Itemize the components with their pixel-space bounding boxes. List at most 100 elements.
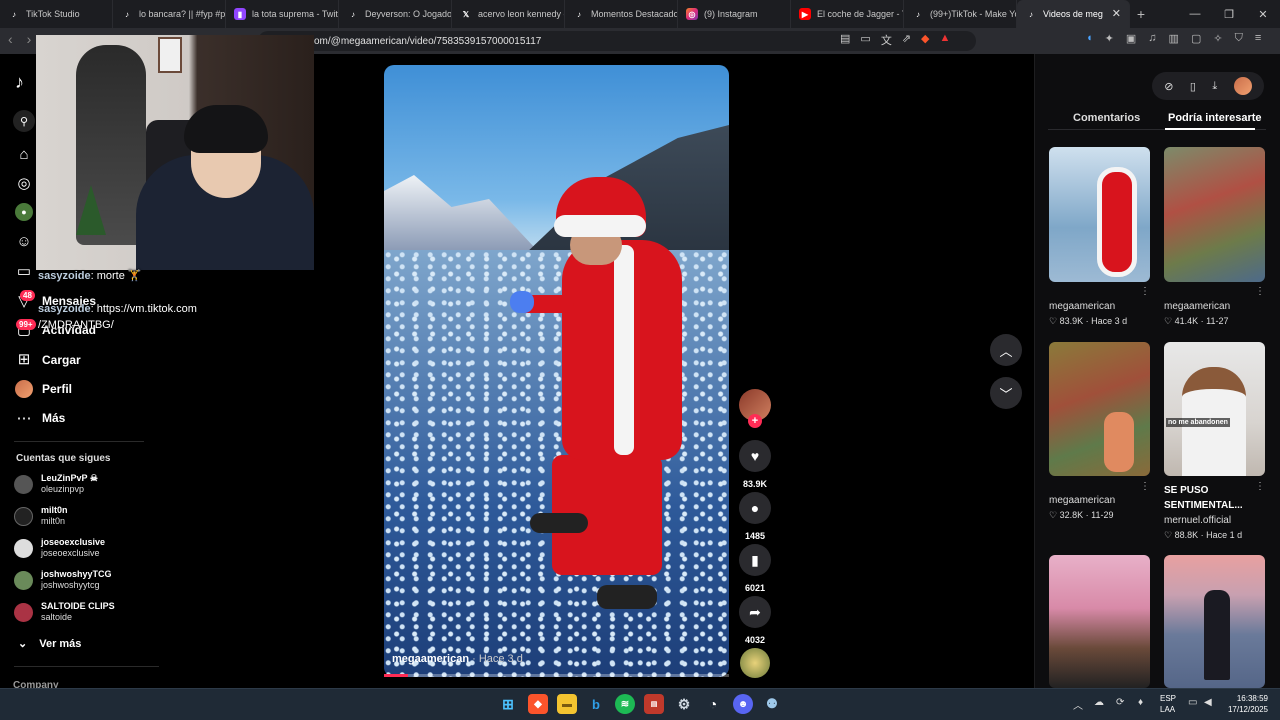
steam-icon[interactable]: ⚉ (762, 694, 782, 714)
clock[interactable]: 16:38:59 17/12/2025 (1226, 693, 1268, 715)
following-item[interactable]: joshwoshyyTCG joshwoshyytcg (14, 569, 154, 597)
video-thumbnail[interactable] (1164, 147, 1265, 282)
minimize-icon[interactable]: — (1178, 0, 1212, 28)
restore-icon[interactable]: ❐ (1212, 0, 1246, 28)
video-thumbnail[interactable] (1049, 147, 1150, 282)
follow-plus-icon[interactable]: + (748, 414, 762, 428)
tab-youtube[interactable]: ▶ El coche de Jagger - Yo (791, 0, 904, 28)
recommended-video-card[interactable]: no me abandonen SE PUSO SENTIMENTAL... m… (1164, 342, 1265, 541)
tab-acervo[interactable]: 𝕏acervo leon kennedy e (452, 0, 565, 28)
recommended-video-card[interactable]: megaamerican ♡ 41.4K · 11-27 (1164, 147, 1265, 327)
extensions-icon[interactable]: ✦ (1105, 32, 1114, 45)
upload-icon[interactable]: ⊞ (15, 350, 33, 368)
video-author[interactable]: megaamerican (392, 653, 469, 665)
following-item[interactable]: SALTOIDE CLIPS saltoide (14, 601, 154, 629)
bookmark-icon[interactable]: ▮ (739, 544, 771, 576)
heart-icon[interactable]: ♥ (739, 440, 771, 472)
tab-tiktok-make[interactable]: ♪ (99+)TikTok - Make Yo (904, 0, 1017, 28)
bing-icon[interactable]: b (586, 694, 606, 714)
friends-icon[interactable]: ☺ (15, 232, 33, 250)
user-avatar[interactable] (1233, 77, 1252, 95)
sync-icon[interactable]: ⟳ (1116, 697, 1124, 708)
more-options-icon[interactable]: ⋮ (1140, 286, 1150, 297)
sidebar-item-upload[interactable]: Cargar (42, 353, 81, 367)
tab-might-interest[interactable]: Podría interesarte (1168, 112, 1262, 124)
tab-lo-bancara[interactable]: ♪ lo bancara? || #fyp #pa (113, 0, 226, 28)
video-player[interactable] (384, 65, 729, 677)
next-video-button[interactable]: ﹀ (990, 377, 1022, 409)
reader-icon[interactable]: ▤ (840, 32, 850, 48)
music-icon[interactable]: ♫ (1148, 32, 1156, 45)
see-more-button[interactable]: ⌄ Ver más (18, 637, 81, 650)
previous-video-button[interactable]: ︿ (990, 334, 1022, 366)
live-icon[interactable]: ▭ (15, 262, 33, 280)
card-username[interactable]: megaamerican (1049, 495, 1150, 506)
more-icon[interactable]: ⋯ (15, 409, 33, 427)
menu-icon[interactable]: ≡ (1255, 32, 1261, 45)
home-icon[interactable]: ⌂ (15, 145, 33, 163)
translate-icon[interactable]: 文 (881, 32, 892, 48)
comment-icon[interactable]: ● (739, 492, 771, 524)
recommended-video-card[interactable]: megaamerican ♡ 83.9K · Hace 3 d (1049, 147, 1150, 327)
recommended-video-card[interactable]: megaamerican ♡ 32.8K · 11-29 (1049, 342, 1150, 521)
tab-deyverson[interactable]: ♪ Deyverson: O Jogador (339, 0, 452, 28)
volume-icon[interactable]: ◀ (1204, 697, 1212, 708)
back-icon[interactable]: ‹ (8, 31, 13, 47)
share-arrow-icon[interactable]: ➦ (739, 596, 771, 628)
screenshot-icon[interactable]: ▣ (1126, 32, 1136, 45)
cast-icon[interactable]: ▭ (860, 32, 870, 48)
card-username[interactable]: megaamerican (1049, 301, 1150, 312)
tab-tiktok-studio[interactable]: ♪ TikTok Studio (0, 0, 113, 28)
following-item[interactable]: milt0n milt0n (14, 505, 154, 533)
chevron-up-icon[interactable]: ︿ (1073, 697, 1083, 712)
tab-instagram[interactable]: ◎ (9) Instagram (678, 0, 791, 28)
close-window-icon[interactable]: ✕ (1246, 0, 1280, 28)
card-username[interactable]: mernuel.official (1164, 515, 1265, 526)
tab-twitch[interactable]: ▮ la tota suprema - Twitc (226, 0, 339, 28)
download-icon[interactable]: ⤓ (1212, 80, 1217, 93)
card-username[interactable]: megaamerican (1164, 301, 1265, 312)
card-title[interactable]: SE PUSO SENTIMENTAL... (1164, 483, 1265, 513)
tab-momentos[interactable]: ♪ Momentos Destacados (565, 0, 678, 28)
recommended-video-card[interactable] (1164, 555, 1265, 688)
new-tab-button[interactable]: + (1130, 0, 1152, 28)
display-icon[interactable]: ▭ (1188, 697, 1197, 708)
phone-icon[interactable]: ▯ (1190, 80, 1196, 93)
compass-icon[interactable]: ⊘ (1164, 80, 1173, 93)
tiktok-logo[interactable]: ♪ (15, 72, 24, 93)
brave-icon[interactable]: ◆ (528, 694, 548, 714)
video-thumbnail[interactable]: no me abandonen (1164, 342, 1265, 476)
tab-comments[interactable]: Comentarios (1073, 112, 1140, 124)
language-indicator[interactable]: ESP LAA (1160, 693, 1176, 715)
music-disc-icon[interactable] (740, 648, 770, 678)
spotify-icon[interactable]: ≋ (615, 694, 635, 714)
forward-icon[interactable]: › (27, 31, 32, 47)
discord-icon[interactable]: ☻ (733, 694, 753, 714)
cloud-icon[interactable]: ☁ (1094, 697, 1104, 708)
file-explorer-icon[interactable]: ▬ (557, 694, 577, 714)
close-tab-icon[interactable]: ✕ (1112, 7, 1121, 20)
app-icon[interactable]: ◔ (703, 694, 723, 714)
more-options-icon[interactable]: ⋮ (1255, 286, 1265, 297)
leo-icon[interactable]: ✧ (1213, 32, 1222, 45)
video-progress-bar[interactable] (384, 674, 729, 677)
tab-videos-active[interactable]: ♪ Videos de meg ✕ (1017, 0, 1130, 28)
microphone-icon[interactable]: ♦ (1138, 697, 1143, 708)
windows-start-icon[interactable]: ⊞ (498, 694, 518, 714)
app-icon[interactable]: ▤ (644, 694, 664, 714)
brave-rewards-icon[interactable]: ▲ (940, 32, 951, 48)
profile-avatar-icon[interactable] (15, 380, 33, 398)
following-avatar-icon[interactable]: ● (15, 203, 33, 221)
explore-icon[interactable]: ◎ (15, 174, 33, 192)
recommended-video-card[interactable] (1049, 555, 1150, 688)
following-item[interactable]: joseoexclusive joseoexclusive (14, 537, 154, 565)
settings-icon[interactable]: ⚙ (674, 694, 694, 714)
brave-shield-icon[interactable]: ◆ (921, 32, 929, 48)
video-thumbnail[interactable] (1164, 555, 1265, 688)
video-thumbnail[interactable] (1049, 342, 1150, 476)
following-item[interactable]: LeuZinPvP ☠ oleuzinpvp (14, 473, 154, 501)
more-options-icon[interactable]: ⋮ (1255, 481, 1265, 492)
vpn-icon[interactable]: ⛉ (1235, 32, 1243, 45)
share-icon[interactable]: ⇗ (902, 32, 911, 48)
more-options-icon[interactable]: ⋮ (1140, 481, 1150, 492)
